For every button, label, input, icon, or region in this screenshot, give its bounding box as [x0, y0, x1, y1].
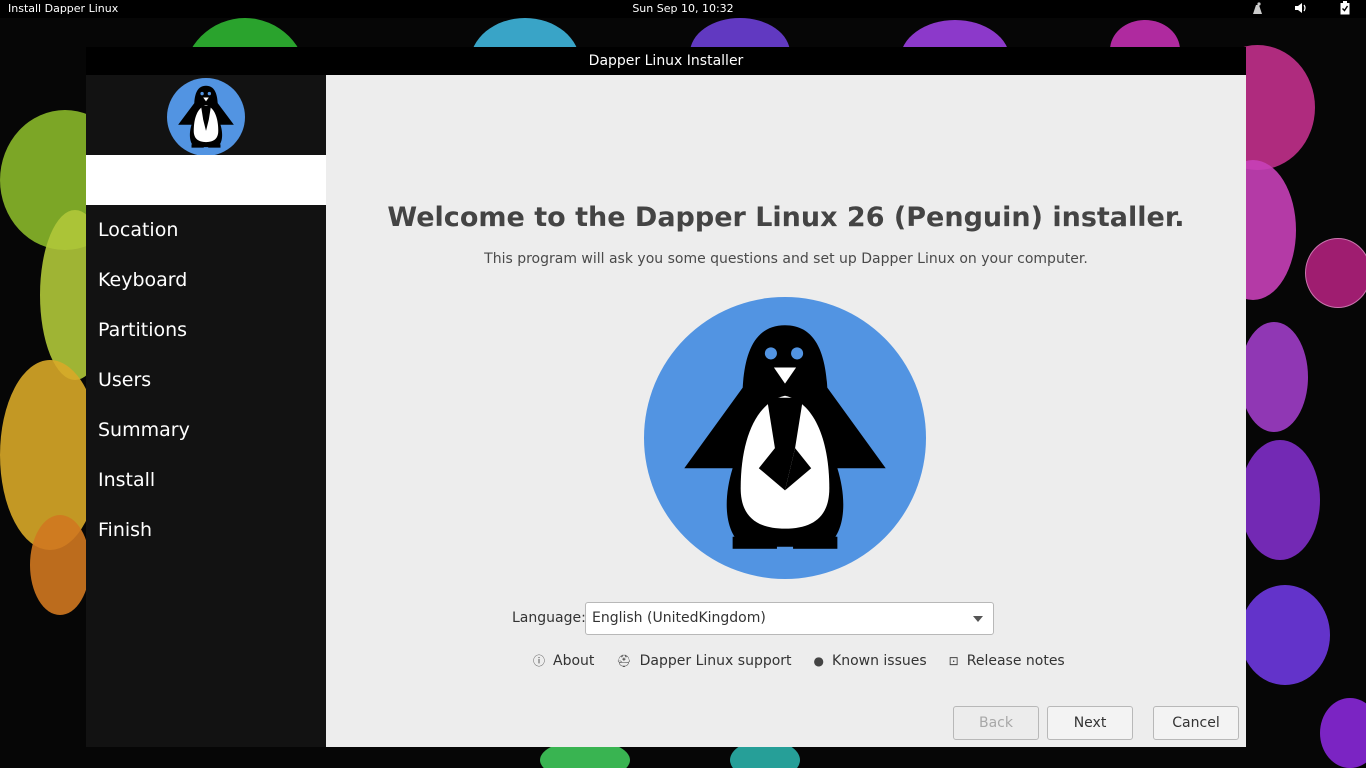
bug-icon: ●: [813, 653, 825, 668]
sidebar-item-welcome[interactable]: Welcome: [86, 155, 326, 205]
language-select-value: English (UnitedKingdom): [592, 610, 766, 626]
system-tray[interactable]: [1250, 1, 1352, 15]
penguin-logo-icon: [644, 297, 926, 579]
about-link-label: About: [553, 652, 595, 669]
support-link[interactable]: ⛑ Dapper Linux support: [616, 653, 791, 669]
next-button[interactable]: Next: [1047, 706, 1133, 740]
sidebar-item-location[interactable]: Location: [86, 205, 326, 255]
installer-window: Dapper Linux Installer Welcome Location …: [86, 47, 1246, 747]
battery-icon[interactable]: [1338, 1, 1352, 15]
language-select[interactable]: English (UnitedKingdom): [585, 602, 994, 635]
volume-icon[interactable]: [1294, 1, 1308, 15]
clock[interactable]: Sun Sep 10, 10:32: [0, 2, 1366, 15]
cancel-button[interactable]: Cancel: [1153, 706, 1239, 740]
sidebar-item-finish[interactable]: Finish: [86, 505, 326, 555]
known-issues-link-label: Known issues: [832, 652, 927, 669]
sidebar-item-install[interactable]: Install: [86, 455, 326, 505]
info-links: ⓘ About ⛑ Dapper Linux support ● Known i…: [533, 652, 1087, 669]
page-subtitle: This program will ask you some questions…: [484, 251, 1088, 267]
window-titlebar[interactable]: Dapper Linux Installer: [86, 47, 1246, 75]
sidebar-item-summary[interactable]: Summary: [86, 405, 326, 455]
welcome-page: Welcome to the Dapper Linux 26 (Penguin)…: [326, 75, 1246, 747]
back-button[interactable]: Back: [953, 706, 1039, 740]
about-link[interactable]: ⓘ About: [533, 652, 594, 669]
penguin-logo-icon: [167, 78, 245, 156]
language-label: Language:: [512, 610, 586, 626]
info-icon: ⓘ: [533, 654, 546, 668]
sidebar-item-partitions[interactable]: Partitions: [86, 305, 326, 355]
release-notes-link-label: Release notes: [966, 652, 1065, 669]
sidebar-item-keyboard[interactable]: Keyboard: [86, 255, 326, 305]
chevron-down-icon: [973, 616, 983, 622]
release-notes-link[interactable]: ⊡ Release notes: [949, 653, 1065, 669]
sidebar-item-users[interactable]: Users: [86, 355, 326, 405]
support-link-label: Dapper Linux support: [639, 652, 792, 669]
accessibility-icon[interactable]: [1250, 1, 1264, 15]
sidebar-steps: Welcome Location Keyboard Partitions Use…: [86, 155, 326, 555]
star-icon: ⊡: [948, 653, 959, 668]
sidebar: Welcome Location Keyboard Partitions Use…: [86, 75, 326, 747]
lifebuoy-icon: ⛑: [616, 653, 632, 668]
known-issues-link[interactable]: ● Known issues: [814, 653, 927, 669]
page-title: Welcome to the Dapper Linux 26 (Penguin)…: [387, 202, 1185, 233]
top-panel: Install Dapper Linux Sun Sep 10, 10:32: [0, 0, 1366, 18]
